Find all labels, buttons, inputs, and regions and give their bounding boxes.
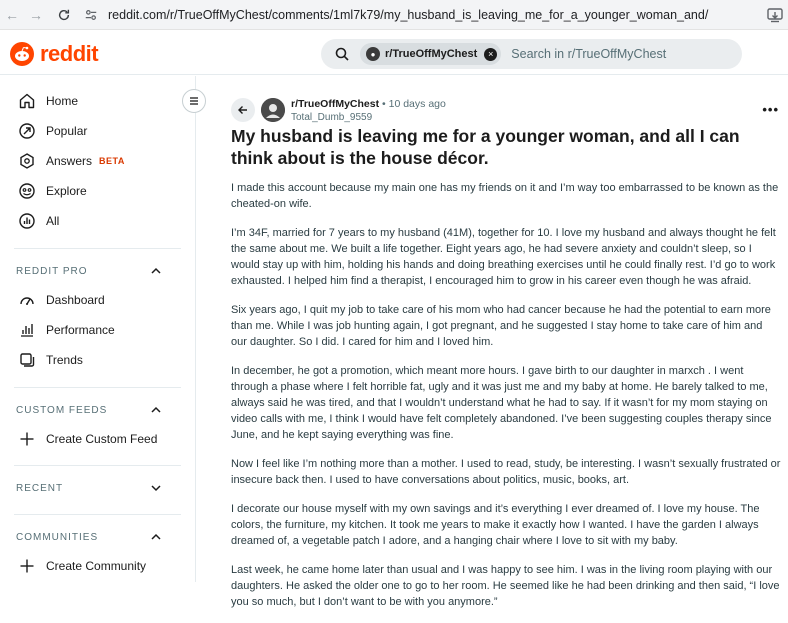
- search-icon: [335, 47, 349, 61]
- chip-label: r/TrueOffMyChest: [385, 48, 478, 60]
- post-paragraph: I made this account because my main one …: [231, 182, 779, 210]
- sidebar-item-label: All: [46, 214, 60, 228]
- subreddit-search-chip[interactable]: ● r/TrueOffMyChest ×: [360, 43, 502, 65]
- sidebar-item-label: Answers: [46, 154, 93, 168]
- menu-icon: [190, 97, 198, 105]
- sidebar-item-label: Performance: [46, 323, 115, 337]
- section-recent-title[interactable]: RECENT: [16, 483, 63, 494]
- post-time: 10 days ago: [388, 98, 446, 110]
- reddit-snoo-icon: [10, 42, 34, 66]
- sidebar-divider: [14, 514, 181, 515]
- back-button[interactable]: [231, 98, 255, 122]
- sidebar-item-all[interactable]: All: [18, 210, 59, 232]
- sidebar-item-explore[interactable]: Explore: [18, 180, 87, 202]
- section-custom-feeds-title[interactable]: CUSTOM FEEDS: [16, 405, 107, 416]
- post-paragraph: In december, he got a promotion, which m…: [231, 365, 772, 441]
- popular-icon: [19, 123, 35, 139]
- performance-icon: [21, 324, 33, 337]
- left-sidebar: Home Popular Answers BETA Explore All RE…: [0, 76, 196, 582]
- search-bar[interactable]: ● r/TrueOffMyChest × Search in r/TrueOff…: [321, 39, 742, 69]
- sidebar-divider: [14, 248, 181, 249]
- sidebar-item-create-community[interactable]: Create Community: [18, 555, 146, 577]
- plus-icon: [20, 559, 34, 573]
- search-input[interactable]: Search in r/TrueOffMyChest: [511, 47, 666, 61]
- post-paragraph: I decorate our house myself with my own …: [231, 503, 760, 547]
- site-settings-icon[interactable]: [84, 8, 98, 22]
- chevron-up-icon[interactable]: [150, 404, 162, 416]
- chevron-up-icon[interactable]: [150, 265, 162, 277]
- sidebar-item-popular[interactable]: Popular: [18, 120, 87, 142]
- beta-badge: BETA: [99, 156, 125, 166]
- sidebar-item-label: Trends: [46, 353, 83, 367]
- post-author[interactable]: Total_Dumb_9559: [291, 112, 446, 123]
- section-reddit-pro-title[interactable]: REDDIT PRO: [16, 266, 88, 277]
- subreddit-avatar[interactable]: [261, 98, 285, 122]
- chevron-up-icon[interactable]: [150, 531, 162, 543]
- subreddit-link[interactable]: r/TrueOffMyChest: [291, 98, 379, 110]
- post-body: I made this account because my main one …: [231, 180, 781, 623]
- browser-toolbar: ← → reddit.com/r/TrueOffMyChest/comments…: [0, 0, 788, 30]
- section-communities-title[interactable]: COMMUNITIES: [16, 532, 98, 543]
- collapse-sidebar-button[interactable]: [182, 89, 206, 113]
- reddit-wordmark: reddit: [40, 41, 99, 66]
- plus-icon: [20, 432, 34, 446]
- post-paragraph: Last week, he came home later than usual…: [231, 564, 780, 608]
- post-title: My husband is leaving me for a younger w…: [231, 126, 740, 168]
- sidebar-item-label: Popular: [46, 124, 88, 138]
- sidebar-item-label: Explore: [46, 184, 87, 198]
- sidebar-item-home[interactable]: Home: [18, 90, 78, 112]
- sidebar-item-label: Create Custom Feed: [46, 432, 158, 446]
- chevron-down-icon[interactable]: [150, 482, 162, 494]
- sidebar-item-trends[interactable]: Trends: [18, 349, 83, 371]
- post-paragraph: I’m 34F, married for 7 years to my husba…: [231, 227, 776, 287]
- post-meta: r/TrueOffMyChest • 10 days ago Total_Dum…: [291, 98, 446, 123]
- trends-icon: [20, 353, 35, 367]
- close-icon[interactable]: ×: [484, 47, 498, 61]
- sidebar-item-create-custom-feed[interactable]: Create Custom Feed: [18, 428, 157, 450]
- reload-icon[interactable]: [54, 5, 74, 25]
- sidebar-item-dashboard[interactable]: Dashboard: [18, 289, 105, 311]
- post-paragraph: Six years ago, I quit my job to take car…: [231, 304, 771, 348]
- answers-icon: [20, 153, 34, 169]
- sidebar-item-performance[interactable]: Performance: [18, 319, 115, 341]
- explore-icon: [19, 183, 35, 199]
- subreddit-avatar-icon: ●: [366, 47, 380, 61]
- more-options-icon[interactable]: •••: [762, 102, 779, 117]
- reddit-header: reddit ● r/TrueOffMyChest × Search in r/…: [0, 31, 788, 75]
- sidebar-item-answers[interactable]: Answers BETA: [18, 150, 125, 172]
- all-icon: [19, 213, 35, 229]
- sidebar-item-label: Create Community: [46, 559, 147, 573]
- forward-arrow-icon[interactable]: →: [26, 5, 46, 25]
- subreddit-avatar-icon: [261, 98, 285, 122]
- post-time-separator: •: [382, 98, 389, 110]
- sidebar-item-label: Home: [46, 94, 79, 108]
- url-text[interactable]: reddit.com/r/TrueOffMyChest/comments/1ml…: [108, 8, 708, 22]
- install-app-icon[interactable]: [766, 6, 784, 24]
- arrow-left-icon: [238, 106, 247, 114]
- address-bar[interactable]: reddit.com/r/TrueOffMyChest/comments/1ml…: [84, 8, 708, 22]
- home-icon: [19, 93, 35, 109]
- dashboard-icon: [20, 297, 34, 305]
- back-arrow-icon[interactable]: ←: [2, 5, 22, 25]
- sidebar-item-label: Dashboard: [46, 293, 105, 307]
- reddit-logo[interactable]: reddit: [10, 41, 99, 67]
- sidebar-divider: [14, 387, 181, 388]
- sidebar-divider: [14, 465, 181, 466]
- post-paragraph: Now I feel like I’m nothing more than a …: [231, 458, 781, 486]
